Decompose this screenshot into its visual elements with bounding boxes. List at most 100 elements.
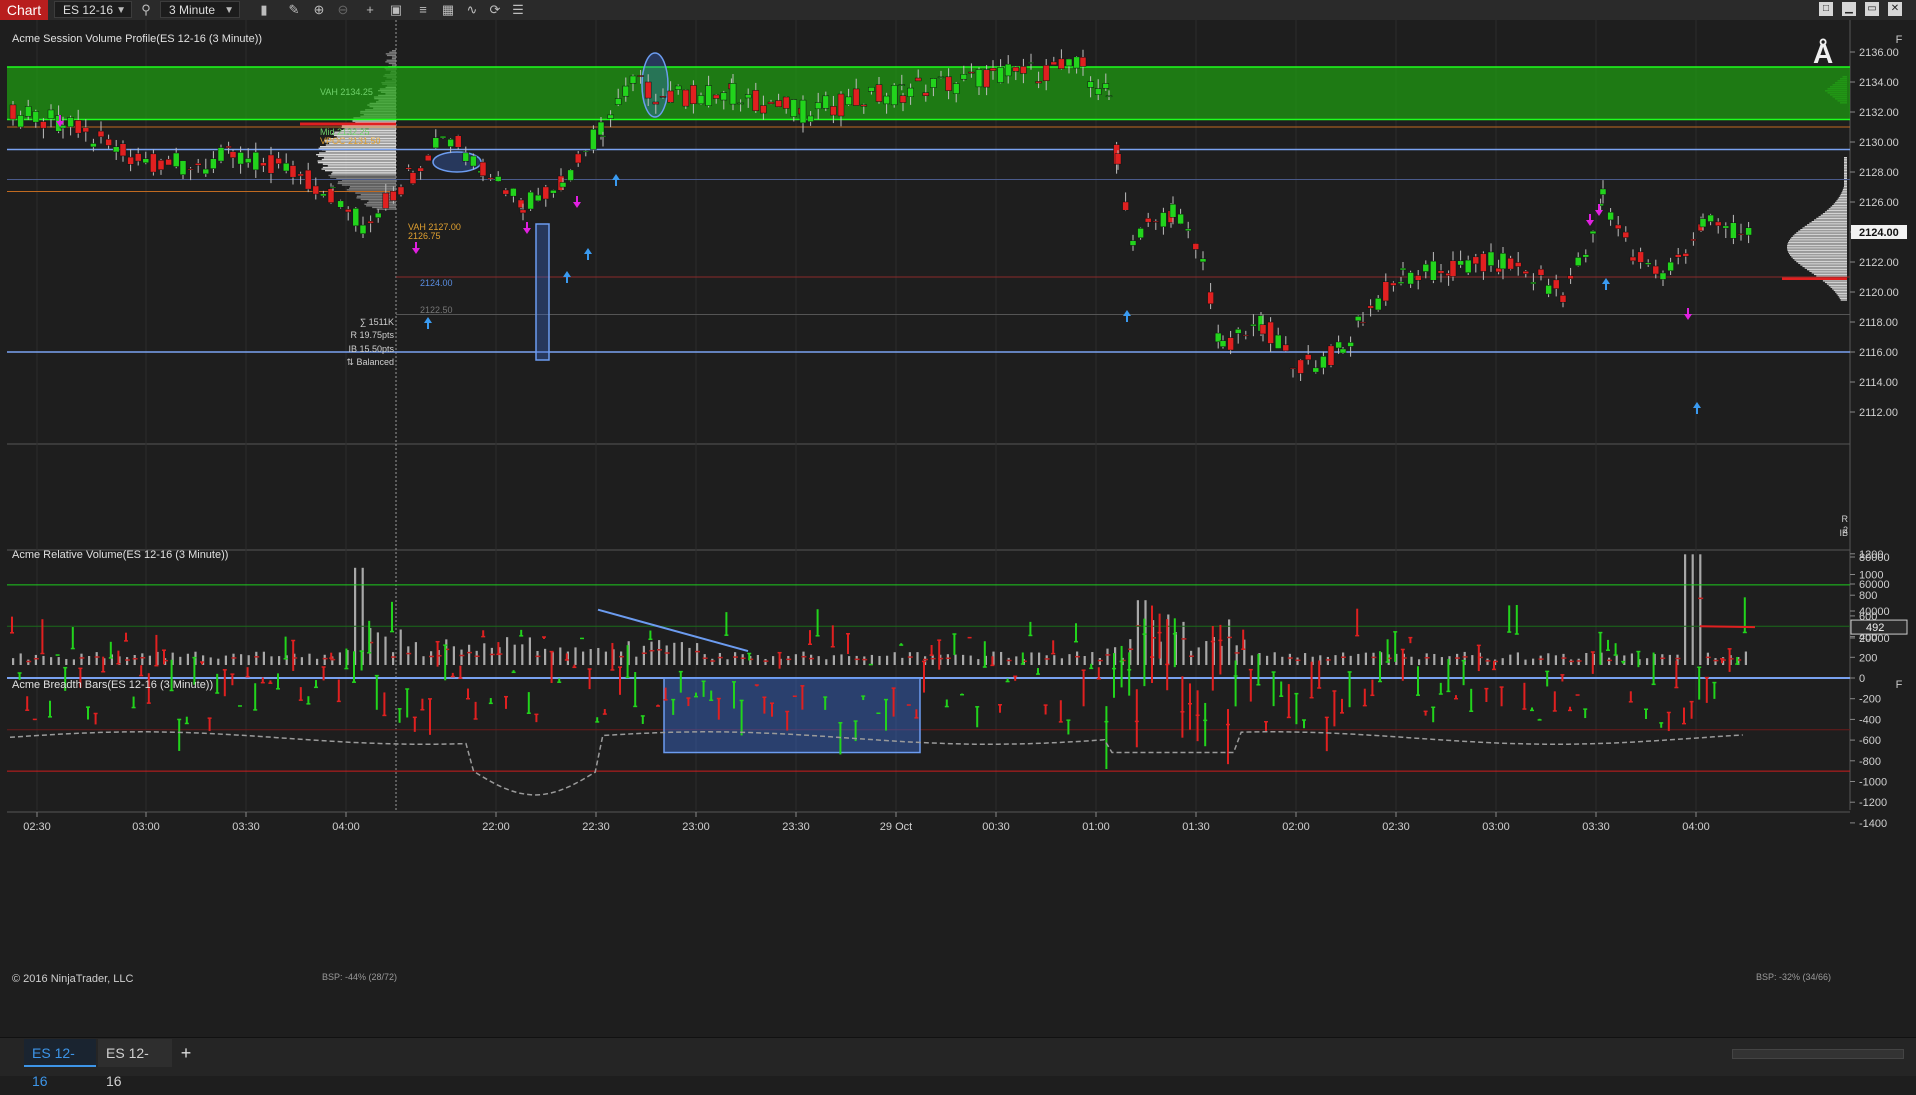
volume-average-tick — [1705, 656, 1711, 659]
candle-body — [275, 158, 282, 164]
candle-body — [852, 88, 860, 106]
price-tick-label: 2120.00 — [1859, 287, 1899, 299]
volume-bar — [901, 657, 904, 665]
bar-type-icon[interactable]: ▮ — [256, 2, 272, 18]
profile-bar — [1842, 189, 1847, 191]
volume-bar — [247, 655, 250, 665]
volume-average-tick — [1128, 648, 1134, 650]
candle-body — [150, 153, 157, 173]
add-tab-button[interactable]: + — [176, 1039, 196, 1067]
zoom-out-icon[interactable]: ⊖ — [335, 2, 351, 18]
strategy-icon[interactable]: ≡ — [415, 2, 431, 18]
candle-body — [945, 76, 952, 91]
volume-bar — [1098, 658, 1101, 665]
horizontal-scrollbar[interactable] — [1732, 1049, 1904, 1059]
volume-bar — [977, 659, 980, 665]
chart-window-tab[interactable]: Chart — [0, 0, 48, 20]
candle-body — [1012, 66, 1020, 72]
profile-bar — [321, 168, 396, 170]
drawing-tools-icon[interactable]: ∿ — [464, 2, 480, 18]
data-box-icon[interactable]: ▣ — [388, 2, 404, 18]
interval-selector[interactable]: 3 Minute ▼ — [160, 1, 240, 18]
candle-body — [574, 153, 582, 164]
zoom-in-icon[interactable]: ⊕ — [311, 2, 327, 18]
profile-bar — [327, 165, 396, 167]
volume-bar — [300, 657, 303, 665]
volume-bar — [209, 657, 212, 665]
volume-average-tick — [862, 658, 868, 661]
candle-body — [582, 150, 590, 153]
volume-bar — [186, 653, 189, 665]
properties-icon[interactable]: ☰ — [510, 2, 526, 18]
instrument-selector[interactable]: ES 12-16 ▼ — [54, 1, 132, 18]
profile-bar — [1839, 297, 1847, 300]
candle-body — [454, 135, 462, 148]
f-button-price[interactable]: F — [1891, 32, 1907, 48]
time-tick-label: 02:00 — [1282, 821, 1310, 833]
volume-bar — [80, 653, 83, 665]
volume-average-tick — [786, 658, 792, 661]
candle-body — [729, 83, 737, 105]
tab-es-12-16-active[interactable]: ES 12-16 — [24, 1039, 96, 1089]
volume-bar — [893, 652, 896, 665]
profile-bar — [392, 64, 396, 66]
candle-body — [1582, 254, 1590, 258]
profile-bar — [1844, 171, 1847, 173]
time-tick-label: 03:00 — [132, 821, 160, 833]
candle-body — [737, 102, 744, 105]
pencil-icon[interactable]: ✎ — [286, 2, 302, 18]
volume-bar — [95, 652, 98, 665]
candle-body — [1730, 222, 1737, 239]
profile-bar — [1809, 222, 1847, 224]
candle-body — [567, 169, 574, 181]
breadth-panel-title: Acme Breadth Bars(ES 12-16 (3 Minute)) — [12, 679, 214, 691]
profile-bar — [1841, 192, 1847, 194]
refresh-icon[interactable]: ⟳ — [487, 2, 503, 18]
candle-body — [432, 137, 440, 149]
indicator-icon[interactable]: ▦ — [440, 2, 456, 18]
volume-bar — [1288, 653, 1291, 665]
profile-bar — [1844, 176, 1847, 178]
candle-body — [1105, 95, 1113, 98]
search-icon[interactable]: ⚲ — [138, 2, 154, 18]
candle-body — [1437, 270, 1445, 274]
volume-bar — [354, 567, 357, 665]
profile-poc-bar — [300, 122, 396, 126]
time-tick-label: 02:30 — [1382, 821, 1410, 833]
tab-es-12-16[interactable]: ES 12-16 — [98, 1039, 172, 1089]
candle-body — [1449, 260, 1457, 277]
crosshair-icon[interactable]: + — [362, 2, 378, 18]
minimize-button[interactable]: ▁ — [1842, 2, 1856, 16]
candle-body — [1499, 252, 1507, 270]
candle-body — [1522, 270, 1530, 274]
candle-body — [157, 160, 165, 170]
candle-body — [304, 169, 312, 190]
chart-canvas[interactable]: 2136.00 2134.00 2132.00 2130.00 2128.00 2126.… — [0, 20, 1916, 1036]
profile-bar — [1844, 165, 1847, 167]
volume-average-tick — [1097, 659, 1103, 662]
volume-bar — [422, 656, 425, 665]
candle-body — [142, 158, 150, 164]
profile-bar — [1813, 219, 1847, 221]
f-button-breadth[interactable]: F — [1891, 677, 1907, 693]
candle-body — [1177, 213, 1184, 225]
candle-body — [439, 135, 447, 139]
candle-body — [782, 96, 790, 109]
volume-bar — [1296, 657, 1299, 665]
volume-average-tick — [854, 658, 860, 661]
profile-bar — [1836, 200, 1847, 202]
volume-bar — [430, 651, 433, 665]
volume-bar — [703, 654, 706, 665]
snap-window-button[interactable]: □ — [1819, 2, 1833, 16]
profile-bar — [386, 54, 396, 57]
candle-body — [629, 75, 637, 84]
profile-bar — [1788, 240, 1847, 242]
candle-body — [975, 69, 983, 88]
price-panel-title: Acme Session Volume Profile(ES 12-16 (3 … — [12, 33, 263, 45]
volume-bar — [832, 655, 835, 665]
candle-body — [559, 182, 567, 188]
maximize-button[interactable]: ▭ — [1865, 2, 1879, 16]
volume-bar — [323, 654, 326, 665]
close-button[interactable]: ✕ — [1888, 2, 1902, 16]
volume-bar — [1045, 655, 1048, 665]
